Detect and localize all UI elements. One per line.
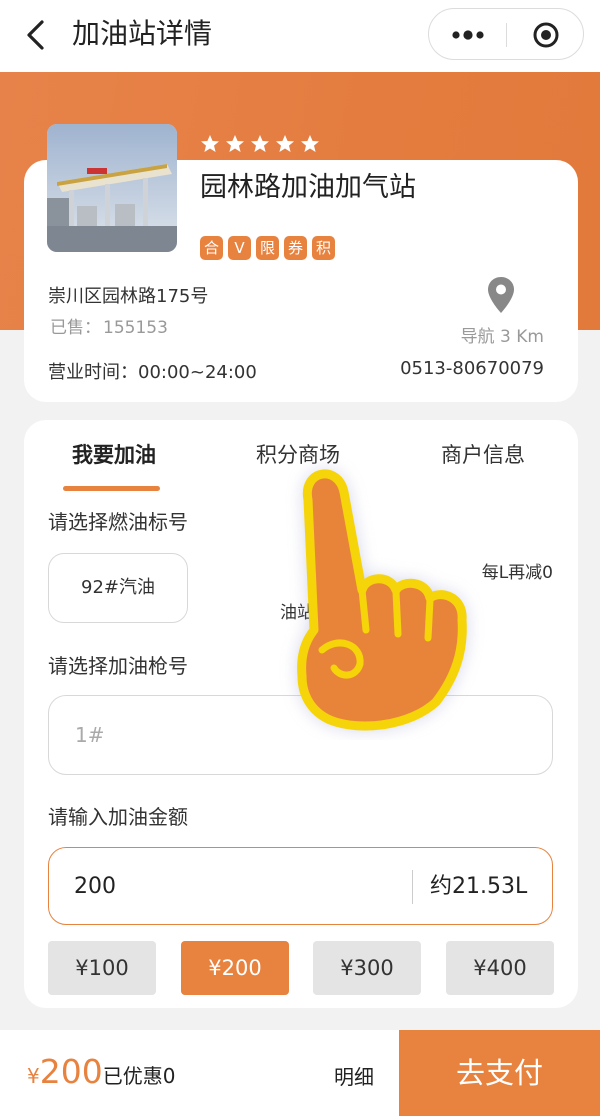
star-icon (201, 135, 219, 152)
payment-total: ¥ 200 已优惠0 (27, 1052, 175, 1091)
star-icon (251, 135, 269, 152)
capsule-divider (506, 23, 507, 47)
miniprogram-capsule (428, 8, 584, 60)
pointing-hand-icon (297, 469, 467, 731)
pay-button[interactable]: 去支付 (399, 1030, 600, 1116)
station-tag: 积 (312, 236, 335, 260)
rating-stars (200, 134, 320, 154)
station-tag: 合 (200, 236, 223, 260)
station-tag: 券 (284, 236, 307, 260)
preset-amount-200[interactable]: ¥200 (181, 941, 289, 995)
fuel-grade-label: 请选择燃油标号 (48, 510, 188, 534)
business-hours: 营业时间：00:00~24:00 (48, 362, 257, 383)
discount-applied: 已优惠0 (102, 1064, 176, 1088)
station-tag: V (228, 236, 251, 260)
tab-refuel[interactable]: 我要加油 (72, 440, 156, 470)
target-icon[interactable] (525, 21, 567, 49)
preset-amount-300[interactable]: ¥300 (313, 941, 421, 995)
amount-value[interactable]: 200 (74, 873, 116, 901)
station-address: 崇川区园林路175号 (48, 286, 209, 307)
total-amount: 200 (39, 1052, 103, 1091)
sold-value: 155153 (103, 318, 168, 338)
more-dots-icon[interactable] (441, 21, 495, 49)
details-link[interactable]: 明细 (334, 1061, 374, 1090)
station-tag: 限 (256, 236, 279, 260)
star-icon (276, 135, 294, 152)
station-photo (47, 124, 177, 252)
preset-amount-400[interactable]: ¥400 (446, 941, 554, 995)
station-name: 园林路加油加气站 (200, 172, 416, 203)
chevron-left-icon[interactable] (22, 18, 52, 52)
sold-count: 已售： 155153 (48, 313, 168, 338)
navigation-bar: 加油站详情 (0, 0, 600, 72)
currency-symbol: ¥ (27, 1064, 40, 1088)
navigate-button[interactable]: 导航 3 Km (461, 322, 544, 347)
amount-divider (412, 870, 413, 904)
preset-amount-100[interactable]: ¥100 (48, 941, 156, 995)
star-icon (226, 135, 244, 152)
pump-number-label: 请选择加油枪号 (48, 654, 188, 678)
fuel-grade-option[interactable]: 92#汽油 (48, 553, 188, 623)
star-icon (301, 135, 319, 152)
active-tab-indicator (63, 486, 160, 491)
page-title: 加油站详情 (72, 17, 213, 50)
litres-estimate: 约21.53L (430, 874, 528, 899)
station-tags: 合 V 限 券 积 (200, 236, 335, 260)
location-pin-icon[interactable] (487, 276, 515, 314)
sold-label: 已售： (50, 318, 101, 338)
station-phone[interactable]: 0513-80670079 (400, 358, 544, 379)
gas-station-image (47, 124, 177, 252)
amount-label: 请输入加油金额 (48, 805, 188, 829)
